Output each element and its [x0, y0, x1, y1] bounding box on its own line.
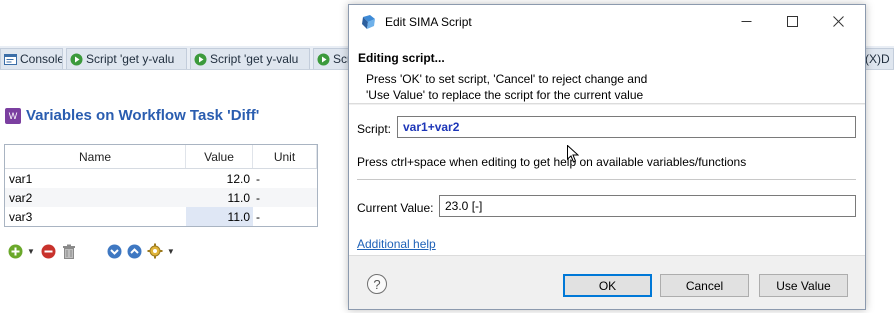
settings-dropdown-chevron-icon[interactable]: ▼: [167, 247, 175, 256]
console-icon: [4, 53, 17, 66]
move-down-icon[interactable]: [107, 243, 123, 259]
workflow-icon: W: [5, 107, 21, 124]
page-title: Variables on Workflow Task 'Diff': [26, 107, 260, 124]
table-row[interactable]: var2 11.0 -: [5, 188, 317, 207]
dialog-title: Edit SIMA Script: [385, 14, 472, 29]
additional-help-link[interactable]: Additional help: [357, 237, 436, 251]
script-input[interactable]: var1+var2: [397, 116, 856, 138]
tab-label: Console: [20, 52, 63, 66]
mouse-pointer-icon: [567, 144, 580, 166]
cell-value[interactable]: 11.0: [186, 188, 253, 207]
edit-script-dialog: Edit SIMA Script Editing script... Press…: [348, 4, 866, 310]
use-value-button[interactable]: Use Value: [759, 274, 848, 297]
tab-console[interactable]: Console: [0, 48, 63, 69]
divider: [357, 179, 856, 180]
dialog-body: Script: var1+var2 Press ctrl+space when …: [349, 105, 865, 255]
cell-name[interactable]: var2: [5, 188, 186, 207]
current-value-field: 23.0 [-]: [439, 195, 856, 217]
tab-script-1[interactable]: Script 'get y-valu: [66, 48, 187, 69]
cell-value-selected[interactable]: 11.0: [186, 207, 253, 226]
cell-value[interactable]: 12.0: [186, 169, 253, 188]
add-dropdown-chevron-icon[interactable]: ▼: [27, 247, 35, 256]
column-header-value[interactable]: Value: [186, 145, 253, 168]
cell-name[interactable]: var3: [5, 207, 186, 226]
variables-table: Name Value Unit var1 12.0 - var2 11.0 - …: [4, 144, 318, 227]
close-button[interactable]: [815, 5, 861, 38]
tab-prefix: (X): [865, 52, 881, 66]
tab-script-2[interactable]: Script 'get y-valu: [190, 48, 310, 69]
run-script-icon: [317, 53, 330, 66]
cell-name[interactable]: var1: [5, 169, 186, 188]
run-script-icon: [70, 53, 83, 66]
dialog-message-line-2: 'Use Value' to replace the script for th…: [366, 88, 644, 102]
table-row[interactable]: var1 12.0 -: [5, 169, 317, 188]
dialog-message-line-1: Press 'OK' to set script, 'Cancel' to re…: [366, 72, 648, 86]
tab-label: Script 'get y-valu: [210, 52, 299, 66]
trash-icon[interactable]: [61, 243, 77, 259]
tab-label: D: [881, 52, 890, 66]
table-header: Name Value Unit: [5, 145, 317, 169]
maximize-button[interactable]: [769, 5, 815, 38]
table-toolbar: ▼ ▼: [7, 242, 181, 260]
cell-unit[interactable]: -: [253, 207, 317, 226]
add-icon[interactable]: [7, 243, 23, 259]
script-label: Script:: [357, 122, 392, 136]
workflow-heading: W Variables on Workflow Task 'Diff': [5, 107, 259, 124]
ok-button[interactable]: OK: [563, 274, 652, 297]
column-header-name[interactable]: Name: [5, 145, 186, 168]
help-icon[interactable]: ?: [367, 274, 387, 294]
cell-unit[interactable]: -: [253, 169, 317, 188]
remove-icon[interactable]: [41, 243, 57, 259]
move-up-icon[interactable]: [127, 243, 143, 259]
run-script-icon: [194, 53, 207, 66]
tab-script-3[interactable]: Scr: [313, 48, 353, 69]
table-row[interactable]: var3 11.0 -: [5, 207, 317, 226]
dialog-titlebar[interactable]: Edit SIMA Script: [349, 5, 865, 38]
settings-gear-icon[interactable]: [147, 243, 163, 259]
close-icon: [832, 16, 844, 27]
current-value-label: Current Value:: [357, 201, 434, 215]
dialog-heading: Editing script...: [358, 51, 445, 65]
dialog-header: Editing script... Press 'OK' to set scri…: [349, 38, 865, 104]
column-header-unit[interactable]: Unit: [253, 145, 317, 168]
tab-label: Script 'get y-valu: [86, 52, 175, 66]
minimize-button[interactable]: [723, 5, 769, 38]
cancel-button[interactable]: Cancel: [660, 274, 749, 297]
sima-app-icon: [361, 14, 377, 30]
hint-text: Press ctrl+space when editing to get hel…: [357, 155, 747, 169]
cell-unit[interactable]: -: [253, 188, 317, 207]
dialog-footer: ? OK Cancel Use Value: [349, 255, 865, 309]
